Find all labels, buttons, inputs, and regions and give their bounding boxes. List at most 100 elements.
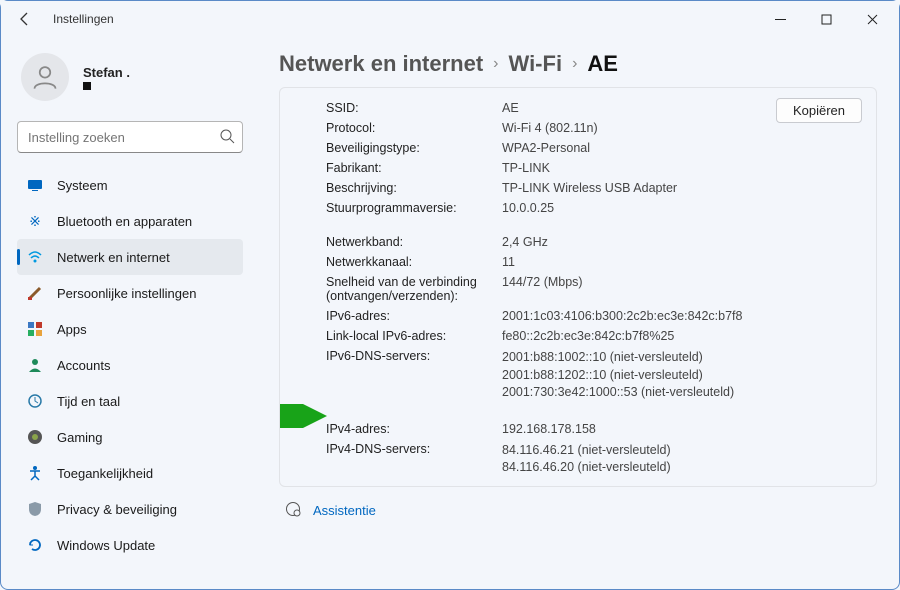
prop-link-speed: Snelheid van de verbinding (ontvangen/ve…: [326, 272, 862, 306]
minimize-button[interactable]: [757, 1, 803, 37]
prop-label: IPv4-adres:: [326, 422, 502, 436]
user-name: Stefan .: [83, 65, 130, 80]
sidebar-item-update[interactable]: Windows Update: [17, 527, 243, 563]
prop-label: Stuurprogrammaversie:: [326, 201, 502, 215]
sidebar-item-apps[interactable]: Apps: [17, 311, 243, 347]
help-link[interactable]: Assistentie: [279, 501, 877, 520]
prop-label: Netwerkband:: [326, 235, 502, 249]
prop-value: WPA2-Personal: [502, 141, 862, 155]
prop-ipv6: IPv6-adres:2001:1c03:4106:b300:2c2b:ec3e…: [326, 306, 862, 326]
shield-icon: [27, 501, 43, 517]
prop-ipv4-dns: IPv4-DNS-servers:84.116.46.21 (niet-vers…: [326, 439, 862, 480]
prop-value: TP-LINK Wireless USB Adapter: [502, 181, 862, 195]
main-content: Netwerk en internet › Wi-Fi › AE Kopiëre…: [249, 37, 899, 589]
prop-label: SSID:: [326, 101, 502, 115]
prop-value: 10.0.0.25: [502, 201, 862, 215]
sidebar-item-label: Tijd en taal: [57, 394, 120, 409]
sidebar-item-gaming[interactable]: Gaming: [17, 419, 243, 455]
prop-value: 84.116.46.21 (niet-versleuteld)84.116.46…: [502, 442, 862, 477]
window-title: Instellingen: [53, 12, 114, 26]
gaming-icon: [27, 429, 43, 445]
breadcrumb: Netwerk en internet › Wi-Fi › AE: [279, 51, 877, 77]
sidebar-item-label: Gaming: [57, 430, 103, 445]
user-account[interactable]: Stefan .: [17, 47, 243, 107]
brush-icon: [27, 285, 43, 301]
sidebar-item-label: Privacy & beveiliging: [57, 502, 177, 517]
prop-label: Snelheid van de verbinding (ontvangen/ve…: [326, 275, 502, 303]
prop-value: 2,4 GHz: [502, 235, 862, 249]
sidebar-item-label: Persoonlijke instellingen: [57, 286, 196, 301]
help-label: Assistentie: [313, 503, 376, 518]
sidebar-item-label: Accounts: [57, 358, 110, 373]
help-icon: [285, 501, 301, 520]
prop-vendor: Fabrikant:TP-LINK: [326, 158, 862, 178]
prop-label: IPv6-adres:: [326, 309, 502, 323]
chevron-right-icon: ›: [493, 55, 498, 73]
annotation-arrow: [279, 404, 330, 428]
prop-label: Netwerkkanaal:: [326, 255, 502, 269]
nav-list: Systeem ※ Bluetooth en apparaten Netwerk …: [17, 167, 243, 563]
search-icon: [219, 128, 235, 144]
prop-channel: Netwerkkanaal:11: [326, 252, 862, 272]
properties-panel: Kopiëren SSID:AE Protocol:Wi-Fi 4 (802.1…: [279, 87, 877, 487]
prop-label: Protocol:: [326, 121, 502, 135]
close-button[interactable]: [849, 1, 895, 37]
prop-value: 2001:1c03:4106:b300:2c2b:ec3e:842c:b7f8: [502, 309, 862, 323]
sidebar-item-label: Netwerk en internet: [57, 250, 170, 265]
avatar: [21, 53, 69, 101]
prop-label: Beschrijving:: [326, 181, 502, 195]
prop-value: TP-LINK: [502, 161, 862, 175]
accessibility-icon: [27, 465, 43, 481]
sidebar-item-bluetooth[interactable]: ※ Bluetooth en apparaten: [17, 203, 243, 239]
display-icon: [27, 177, 43, 193]
prop-label: IPv4-DNS-servers:: [326, 442, 502, 477]
sidebar-item-label: Toegankelijkheid: [57, 466, 153, 481]
sidebar-item-label: Windows Update: [57, 538, 155, 553]
sidebar-item-privacy[interactable]: Privacy & beveiliging: [17, 491, 243, 527]
crumb-network[interactable]: Netwerk en internet: [279, 51, 483, 77]
sidebar-item-system[interactable]: Systeem: [17, 167, 243, 203]
window-controls: [757, 1, 895, 37]
globe-clock-icon: [27, 393, 43, 409]
search-box: [17, 121, 243, 153]
update-icon: [27, 537, 43, 553]
bluetooth-icon: ※: [27, 213, 43, 229]
sidebar-item-accessibility[interactable]: Toegankelijkheid: [17, 455, 243, 491]
prop-description: Beschrijving:TP-LINK Wireless USB Adapte…: [326, 178, 862, 198]
titlebar: Instellingen: [1, 1, 899, 37]
prop-value: Wi-Fi 4 (802.11n): [502, 121, 862, 135]
crumb-current: AE: [587, 51, 618, 77]
search-input[interactable]: [17, 121, 243, 153]
copy-button[interactable]: Kopiëren: [776, 98, 862, 123]
chevron-right-icon: ›: [572, 55, 577, 73]
prop-value: 192.168.178.158: [502, 422, 862, 436]
apps-icon: [27, 321, 43, 337]
prop-ipv4: IPv4-adres:192.168.178.158: [326, 419, 862, 439]
sidebar-item-network[interactable]: Netwerk en internet: [17, 239, 243, 275]
sidebar-item-time[interactable]: Tijd en taal: [17, 383, 243, 419]
crumb-wifi[interactable]: Wi-Fi: [509, 51, 563, 77]
person-icon: [27, 357, 43, 373]
prop-label: Beveiligingstype:: [326, 141, 502, 155]
prop-value: 144/72 (Mbps): [502, 275, 862, 303]
sidebar-item-label: Systeem: [57, 178, 108, 193]
sidebar-item-label: Apps: [57, 322, 87, 337]
prop-label: Link-local IPv6-adres:: [326, 329, 502, 343]
prop-security-type: Beveiligingstype:WPA2-Personal: [326, 138, 862, 158]
sidebar: Stefan . Systeem ※ Bluetooth en apparaten…: [1, 37, 249, 589]
sidebar-item-label: Bluetooth en apparaten: [57, 214, 192, 229]
sidebar-item-personalize[interactable]: Persoonlijke instellingen: [17, 275, 243, 311]
sidebar-item-accounts[interactable]: Accounts: [17, 347, 243, 383]
prop-label: Fabrikant:: [326, 161, 502, 175]
wifi-icon: [27, 249, 43, 265]
prop-linklocal-ipv6: Link-local IPv6-adres:fe80::2c2b:ec3e:84…: [326, 326, 862, 346]
user-status-icon: [83, 82, 91, 90]
prop-band: Netwerkband:2,4 GHz: [326, 232, 862, 252]
maximize-button[interactable]: [803, 1, 849, 37]
prop-driver: Stuurprogrammaversie:10.0.0.25: [326, 198, 862, 218]
prop-label: IPv6-DNS-servers:: [326, 349, 502, 402]
prop-value: 11: [502, 255, 862, 269]
prop-value: 2001:b88:1002::10 (niet-versleuteld)2001…: [502, 349, 862, 402]
back-button[interactable]: [11, 5, 39, 33]
prop-value: fe80::2c2b:ec3e:842c:b7f8%25: [502, 329, 862, 343]
